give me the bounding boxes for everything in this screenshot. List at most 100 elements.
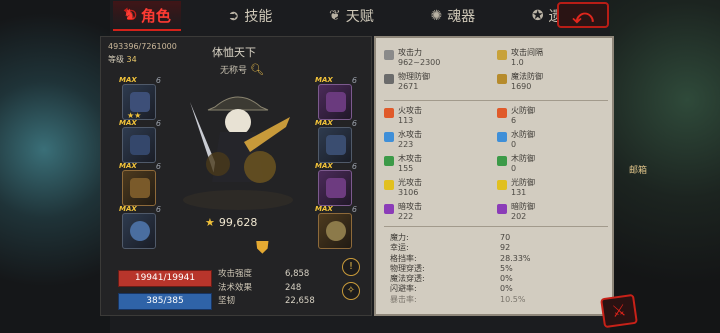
combat-power-value: 99,628 [218,216,258,229]
tab-label: 天赋 [345,9,374,25]
upgrade-level: 6 [351,162,357,171]
stat-row: 光攻击 3106 光防御 131 [384,178,610,202]
stat-value: 3106 [398,188,419,197]
max-badge: MAX [315,205,333,213]
sword-icon [384,50,394,60]
max-badge: MAX [119,205,137,213]
stat-row: 暗攻击 222 暗防御 202 [384,202,610,226]
max-badge: MAX [119,162,137,170]
attribute-label: 魔力: [390,233,409,242]
background-left [0,0,110,333]
stat-cell: 水攻击 223 [384,130,497,154]
close-icon[interactable]: ⤺ [557,2,609,28]
tab-label: 技能 [244,9,273,25]
stat-row: 木攻击 155 木防御 0 [384,154,610,178]
attribute-value: 10.5% [500,294,526,304]
amulet-icon [326,221,346,241]
tab-talent[interactable]: ❦ 天赋 [319,1,384,31]
equipment-slot-gloves[interactable]: MAX 6 [119,119,161,163]
stat-label: 暗防御 [511,202,535,211]
attribute-value: 92 [500,243,511,253]
tab-soul-artifact[interactable]: ✺ 魂器 [420,1,485,31]
stat-label: 法术效果 [218,282,253,293]
stat-value: 1690 [511,82,532,91]
light-shield-icon [497,180,507,190]
stat-label: 攻击间隔 [511,48,543,57]
stat-label: 攻击力 [398,48,422,57]
stat-value: 131 [511,188,527,197]
equipment-slot-belt[interactable]: MAX 6 [315,162,357,206]
attribute-row: 魔法穿透: 0% [390,274,590,284]
stat-label: 坚韧 [218,296,236,306]
stat-value: 6 [511,116,517,125]
game-logo-icon[interactable]: ⚔ [600,293,638,329]
mailbox-label[interactable]: 邮箱 [629,163,647,176]
equipment-slot-ring[interactable]: MAX 6 [119,205,161,249]
stat-label: 物理防御 [398,72,430,81]
wings-icon: ❦ [329,8,341,24]
sword-icon [130,178,150,198]
max-badge: MAX [315,119,333,127]
background-right [610,0,720,333]
character-name: 体恤天下 [212,46,256,59]
stat-cell: 火攻击 113 [384,106,497,130]
attribute-value: 28.33% [500,253,531,263]
equipment-slot-weapon[interactable]: MAX 6 [119,162,161,206]
stat-value: 202 [511,212,527,221]
equipment-slot-armor[interactable]: MAX 6 [315,76,357,120]
stat-cell: 暗攻击 222 [384,202,497,226]
divider [384,100,608,101]
combat-power: ★ 99,628 [205,216,257,229]
stat-value: 1.0 [511,58,524,67]
sword-icon [497,50,507,60]
attribute-row: 魔力: 70 [390,233,590,243]
level-text: 等级 34 [108,54,137,65]
stat-cell: 攻击间隔 1.0 [497,48,610,72]
upgrade-level: 6 [351,205,357,214]
tab-label: 魂器 [447,9,476,25]
tab-skills[interactable]: ➲ 技能 [218,1,283,31]
stat-row: 物理防御 2671 魔法防御 1690 [384,72,610,96]
relic-icon: ✪ [531,8,544,24]
stat-label: 火防御 [511,106,535,115]
helmet-icon [130,92,150,112]
stat-value: 22,658 [285,296,315,306]
hp-bar: 19941/19941 [118,270,212,287]
info-icon[interactable]: ! [342,258,360,276]
stat-label: 火攻击 [398,106,422,115]
hero-character-image [183,96,293,210]
settings-icon[interactable]: ✧ [342,282,360,300]
max-badge: MAX [119,76,137,84]
gloves-icon [130,135,150,155]
tab-character[interactable]: ♞ 角色 [113,1,181,31]
title-text: 无称号 [220,66,248,76]
summary-stats: 攻击强度 6,858 法术效果 248 坚韧 22,658 [218,268,333,309]
search-icon: 🔍︎ [250,63,264,76]
stat-label: 水攻击 [398,130,422,139]
max-badge: MAX [119,119,137,127]
stat-row: 水攻击 223 水防御 0 [384,130,610,154]
stat-cell: 物理防御 2671 [384,72,497,96]
equipment-slot-amulet[interactable]: MAX 6 [315,205,357,249]
equipment-slot-helmet[interactable]: MAX 6 ★★ [119,76,161,120]
dark-sword-icon [384,204,394,214]
game-scene: ⮌ ♞ 角色 ➲ 技能 ❦ 天赋 ✺ 魂器 ✪ 遗物 ⤺ 493396/7261… [0,0,720,333]
chest-armor-icon[interactable]: ⛊ [256,238,269,258]
stat-cell: 木防御 0 [497,154,610,178]
water-sword-icon [384,132,394,142]
equipment-slot-boots[interactable]: MAX 6 [315,119,357,163]
summary-stat-row: 法术效果 248 [218,282,333,296]
stat-value: 113 [398,116,414,125]
stat-value: 962~2300 [398,58,441,67]
stats-panel: 攻击力 962~2300 攻击间隔 1.0 物理防御 2671 魔法防御 1690 [374,36,614,316]
character-title[interactable]: 无称号 🔍︎ [220,63,264,76]
stat-value: 0 [511,140,517,149]
stat-label: 攻击强度 [218,269,253,279]
attribute-label: 魔法穿透: [390,274,425,284]
level-value: 34 [126,55,137,64]
max-badge: MAX [315,162,333,170]
stat-value: 2671 [398,82,419,91]
stat-value: 0 [511,164,517,173]
stat-label: 木攻击 [398,154,422,163]
attribute-value: 70 [500,233,511,242]
